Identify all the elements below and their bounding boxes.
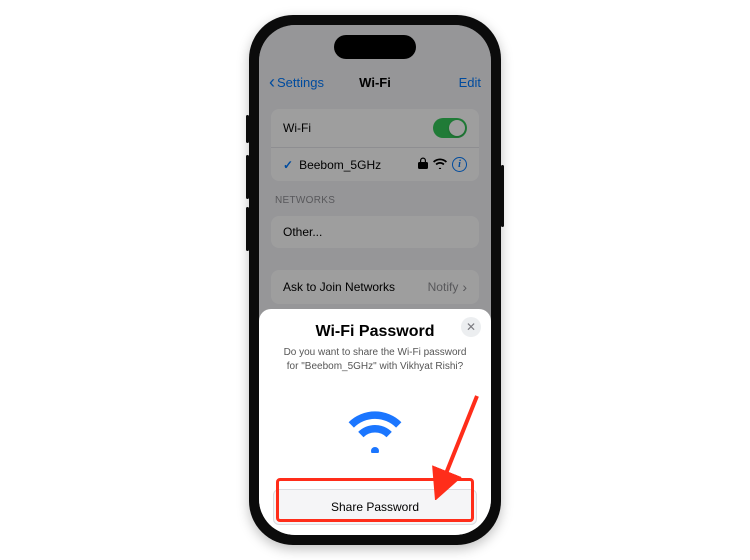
screen: ‹ Settings Wi-Fi Edit Wi-Fi ✓ Beebom_5GH… xyxy=(259,25,491,535)
volume-down-button xyxy=(246,207,249,251)
share-password-sheet: ✕ Wi-Fi Password Do you want to share th… xyxy=(259,309,491,535)
share-password-button[interactable]: Share Password xyxy=(273,489,477,525)
dynamic-island xyxy=(334,35,416,59)
power-button xyxy=(501,165,504,227)
sheet-title: Wi-Fi Password xyxy=(273,323,477,341)
sheet-message: Do you want to share the Wi-Fi password … xyxy=(273,346,477,373)
side-button xyxy=(246,115,249,143)
iphone-frame: ‹ Settings Wi-Fi Edit Wi-Fi ✓ Beebom_5GH… xyxy=(249,15,501,545)
volume-up-button xyxy=(246,155,249,199)
wifi-illustration xyxy=(273,373,477,489)
close-icon: ✕ xyxy=(466,321,476,333)
share-button-label: Share Password xyxy=(331,500,419,514)
close-button[interactable]: ✕ xyxy=(461,317,481,337)
wifi-large-icon xyxy=(347,409,403,453)
